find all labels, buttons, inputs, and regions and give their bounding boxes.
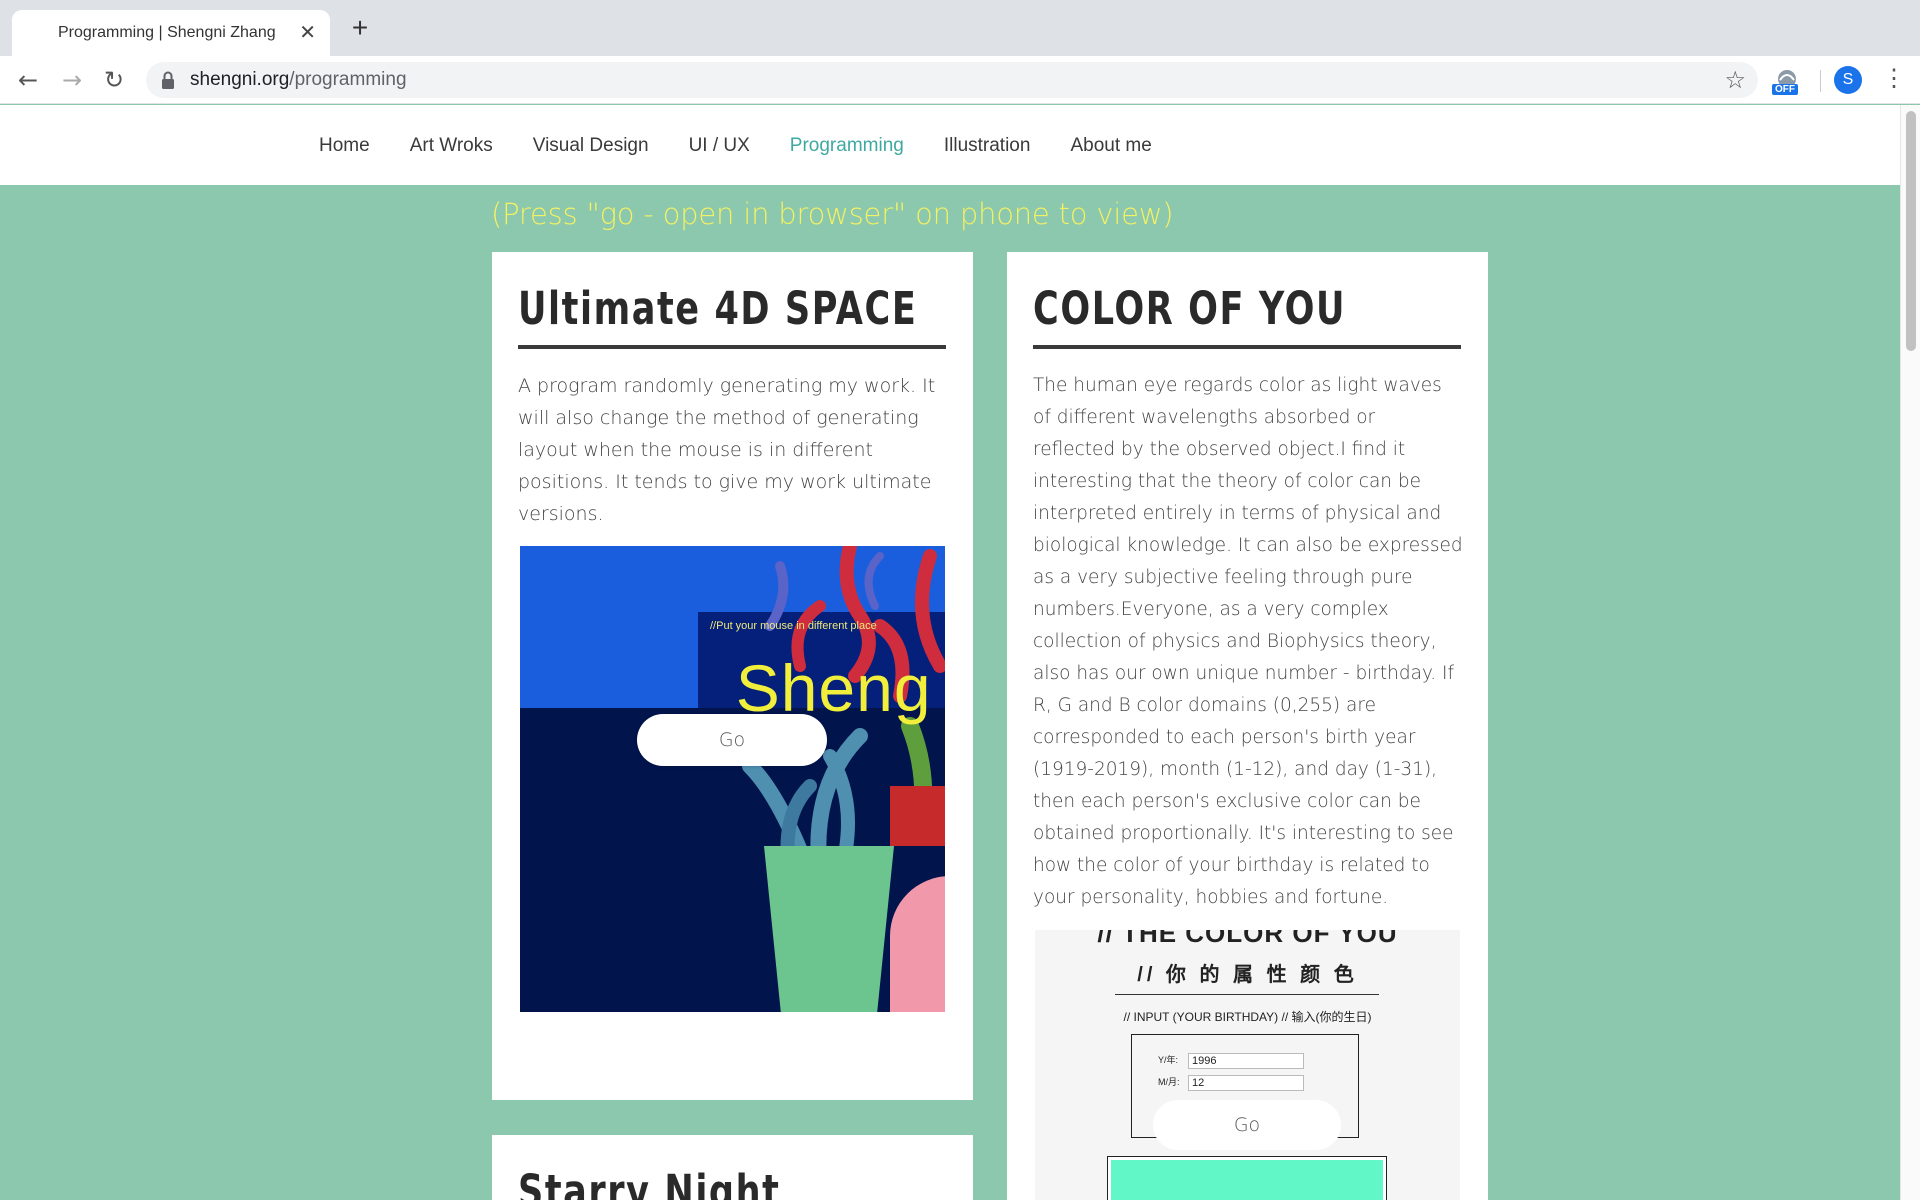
color-swatch [1111, 1160, 1383, 1200]
bookmark-star-icon[interactable]: ☆ [1724, 66, 1746, 94]
nav-item-home[interactable]: Home [319, 135, 370, 157]
back-icon[interactable]: ← [14, 66, 42, 94]
extension-off-badge: OFF [1772, 84, 1798, 95]
color-swatch-frame [1107, 1156, 1387, 1200]
url-path: /programming [289, 69, 407, 90]
preview-rule [1115, 994, 1379, 995]
preview-hint: //Put your mouse in different place [710, 620, 877, 632]
nav-item-visual-design[interactable]: Visual Design [533, 135, 649, 157]
project-card-color-of-you: COLOR OF YOU The human eye regards color… [1007, 252, 1488, 1200]
lock-icon [162, 71, 174, 89]
month-label: M/月: [1158, 1077, 1180, 1088]
browser-toolbar: ← → ↻ shengni.org/programming ☆ OFF S ⋮ [0, 56, 1920, 104]
tab-title: Programming | Shengni Zhang [58, 24, 276, 41]
nav-item-illustration[interactable]: Illustration [944, 135, 1031, 157]
toolbar-divider [1820, 70, 1821, 92]
browser-menu-icon[interactable]: ⋮ [1882, 64, 1906, 94]
tab-close-icon[interactable]: ✕ [299, 22, 316, 44]
profile-avatar[interactable]: S [1834, 66, 1862, 94]
go-button[interactable]: Go [1153, 1100, 1341, 1150]
card-description: The human eye regards color as light wav… [1033, 375, 1463, 908]
preview-subtitle: // 你 的 属 性 颜 色 [1137, 964, 1358, 986]
year-input[interactable]: 1996 [1188, 1053, 1304, 1069]
color-of-you-preview[interactable]: // THE COLOR OF YOU // 你 的 属 性 颜 色 // IN… [1035, 930, 1460, 1200]
url-domain: shengni.org [190, 69, 290, 90]
card-description: A program randomly generating my work. I… [518, 375, 936, 525]
plant-pot [764, 846, 894, 1012]
preview-title: // THE COLOR OF YOU [1097, 930, 1398, 948]
card-title: COLOR OF YOU [1033, 282, 1347, 335]
reload-icon[interactable]: ↻ [100, 66, 128, 94]
card-title: Starry Night [518, 1165, 781, 1200]
year-row: Y/年: 1996 [1158, 1053, 1304, 1069]
page-scrollbar[interactable] [1900, 105, 1920, 1200]
card-title: Ultimate 4D SPACE [518, 282, 918, 335]
project-card-starry-night: Starry Night [492, 1135, 973, 1200]
nav-item-about-me[interactable]: About me [1070, 135, 1151, 157]
month-input[interactable]: 12 [1188, 1075, 1304, 1091]
address-bar[interactable]: shengni.org/programming ☆ [146, 62, 1758, 98]
scrollbar-thumb[interactable] [1906, 111, 1916, 351]
nav-item-programming[interactable]: Programming [790, 135, 904, 157]
browser-tabstrip: Programming | Shengni Zhang ✕ + [0, 0, 1920, 56]
year-label: Y/年: [1158, 1055, 1179, 1066]
month-row: M/月: 12 [1158, 1075, 1304, 1091]
go-button[interactable]: Go [637, 714, 827, 766]
browser-tab[interactable]: Programming | Shengni Zhang ✕ [12, 10, 330, 56]
nav-item-ui-ux[interactable]: UI / UX [689, 135, 750, 157]
input-label: // INPUT (YOUR BIRTHDAY) // 输入(你的生日) [1123, 1010, 1372, 1024]
new-tab-icon[interactable]: + [346, 14, 374, 42]
forward-icon[interactable]: → [58, 66, 86, 94]
project-card-ultimate-4d-space: Ultimate 4D SPACE A program randomly gen… [492, 252, 973, 1100]
ultimate-4d-preview[interactable]: //Put your mouse in different place _She… [520, 546, 945, 1012]
title-rule [518, 345, 946, 349]
site-nav: Home Art Wroks Visual Design UI / UX Pro… [0, 105, 1900, 185]
phone-notice: (Press "go - open in browser" on phone t… [491, 197, 1174, 231]
nav-item-art-works[interactable]: Art Wroks [410, 135, 493, 157]
title-rule [1033, 345, 1461, 349]
